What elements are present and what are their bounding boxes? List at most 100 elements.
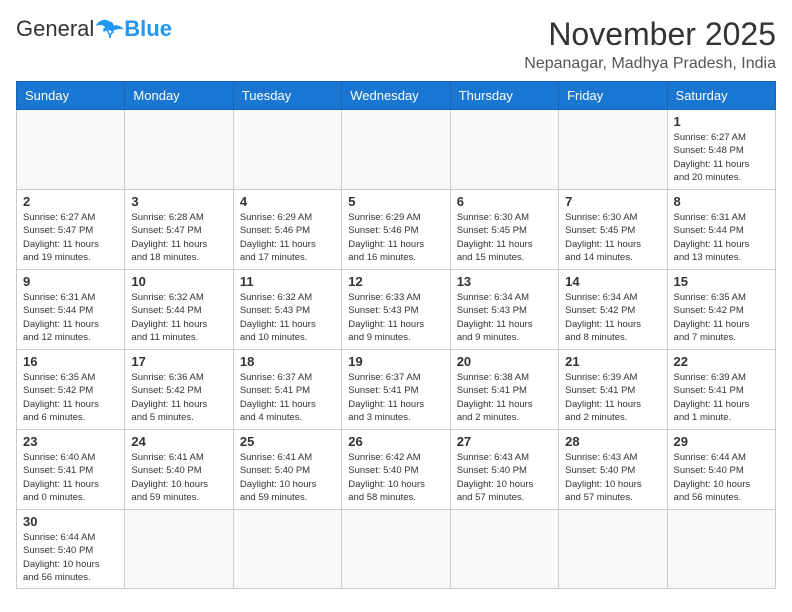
calendar-cell: 29Sunrise: 6:44 AM Sunset: 5:40 PM Dayli… bbox=[667, 430, 775, 510]
calendar-week-row: 16 Sunrise: 6:35 AM Sunset: 5:42 PM Dayli… bbox=[17, 350, 776, 430]
calendar-cell: 26Sunrise: 6:42 AM Sunset: 5:40 PM Dayli… bbox=[342, 430, 450, 510]
day-number: 26 bbox=[348, 434, 443, 449]
day-number: 22 bbox=[674, 354, 769, 369]
calendar-header-monday: Monday bbox=[125, 82, 233, 110]
day-info: Sunrise: 6:29 AM Sunset: 5:46 PM Dayligh… bbox=[348, 211, 443, 264]
day-info: Sunrise: 6:27 AM Sunset: 5:48 PM Dayligh… bbox=[674, 131, 769, 184]
day-info: Sunrise: 6:34 AM Sunset: 5:43 PM Dayligh… bbox=[457, 291, 552, 344]
calendar-week-row: 2Sunrise: 6:27 AM Sunset: 5:47 PM Daylig… bbox=[17, 190, 776, 270]
calendar-cell bbox=[233, 110, 341, 190]
calendar-cell: 23Sunrise: 6:40 AM Sunset: 5:41 PM Dayli… bbox=[17, 430, 125, 510]
calendar-week-row: 30 Sunrise: 6:44 AM Sunset: 5:40 PM Dayli… bbox=[17, 510, 776, 589]
day-number: 14 bbox=[565, 274, 660, 289]
calendar-cell: 27Sunrise: 6:43 AM Sunset: 5:40 PM Dayli… bbox=[450, 430, 558, 510]
calendar-cell: 16 Sunrise: 6:35 AM Sunset: 5:42 PM Dayli… bbox=[17, 350, 125, 430]
day-info: Sunrise: 6:37 AM Sunset: 5:41 PM Dayligh… bbox=[240, 371, 335, 424]
calendar-cell: 7Sunrise: 6:30 AM Sunset: 5:45 PM Daylig… bbox=[559, 190, 667, 270]
day-info: Sunrise: 6:30 AM Sunset: 5:45 PM Dayligh… bbox=[457, 211, 552, 264]
day-info: Sunrise: 6:44 AM Sunset: 5:40 PM Dayligh… bbox=[23, 531, 118, 584]
calendar-cell: 2Sunrise: 6:27 AM Sunset: 5:47 PM Daylig… bbox=[17, 190, 125, 270]
day-info: Sunrise: 6:31 AM Sunset: 5:44 PM Dayligh… bbox=[23, 291, 118, 344]
calendar-cell bbox=[17, 110, 125, 190]
calendar-cell bbox=[559, 110, 667, 190]
day-info: Sunrise: 6:43 AM Sunset: 5:40 PM Dayligh… bbox=[565, 451, 660, 504]
calendar-week-row: 1 Sunrise: 6:27 AM Sunset: 5:48 PM Daylig… bbox=[17, 110, 776, 190]
calendar-cell: 30 Sunrise: 6:44 AM Sunset: 5:40 PM Dayli… bbox=[17, 510, 125, 589]
calendar-cell: 14Sunrise: 6:34 AM Sunset: 5:42 PM Dayli… bbox=[559, 270, 667, 350]
day-number: 28 bbox=[565, 434, 660, 449]
calendar-header-thursday: Thursday bbox=[450, 82, 558, 110]
title-section: November 2025 Nepanagar, Madhya Pradesh,… bbox=[524, 16, 776, 73]
calendar-cell bbox=[125, 510, 233, 589]
day-number: 24 bbox=[131, 434, 226, 449]
calendar-cell: 28 Sunrise: 6:43 AM Sunset: 5:40 PM Dayli… bbox=[559, 430, 667, 510]
calendar-cell: 3 Sunrise: 6:28 AM Sunset: 5:47 PM Daylig… bbox=[125, 190, 233, 270]
calendar-cell bbox=[342, 510, 450, 589]
day-info: Sunrise: 6:38 AM Sunset: 5:41 PM Dayligh… bbox=[457, 371, 552, 424]
day-number: 30 bbox=[23, 514, 118, 529]
day-number: 13 bbox=[457, 274, 552, 289]
day-number: 10 bbox=[131, 274, 226, 289]
day-info: Sunrise: 6:28 AM Sunset: 5:47 PM Dayligh… bbox=[131, 211, 226, 264]
day-number: 25 bbox=[240, 434, 335, 449]
day-info: Sunrise: 6:37 AM Sunset: 5:41 PM Dayligh… bbox=[348, 371, 443, 424]
calendar-header-saturday: Saturday bbox=[667, 82, 775, 110]
day-info: Sunrise: 6:40 AM Sunset: 5:41 PM Dayligh… bbox=[23, 451, 118, 504]
calendar-cell: 9Sunrise: 6:31 AM Sunset: 5:44 PM Daylig… bbox=[17, 270, 125, 350]
month-title: November 2025 bbox=[524, 16, 776, 53]
logo: General Blue bbox=[16, 16, 172, 42]
day-info: Sunrise: 6:29 AM Sunset: 5:46 PM Dayligh… bbox=[240, 211, 335, 264]
day-info: Sunrise: 6:39 AM Sunset: 5:41 PM Dayligh… bbox=[565, 371, 660, 424]
day-info: Sunrise: 6:27 AM Sunset: 5:47 PM Dayligh… bbox=[23, 211, 118, 264]
calendar-header-friday: Friday bbox=[559, 82, 667, 110]
day-number: 3 bbox=[131, 194, 226, 209]
calendar-cell: 1 Sunrise: 6:27 AM Sunset: 5:48 PM Daylig… bbox=[667, 110, 775, 190]
calendar-cell: 19 Sunrise: 6:37 AM Sunset: 5:41 PM Dayli… bbox=[342, 350, 450, 430]
calendar-cell: 24 Sunrise: 6:41 AM Sunset: 5:40 PM Dayli… bbox=[125, 430, 233, 510]
calendar-cell: 25Sunrise: 6:41 AM Sunset: 5:40 PM Dayli… bbox=[233, 430, 341, 510]
calendar-cell: 20Sunrise: 6:38 AM Sunset: 5:41 PM Dayli… bbox=[450, 350, 558, 430]
day-info: Sunrise: 6:31 AM Sunset: 5:44 PM Dayligh… bbox=[674, 211, 769, 264]
logo-general-text: General bbox=[16, 16, 94, 42]
location-title: Nepanagar, Madhya Pradesh, India bbox=[524, 55, 776, 73]
calendar-cell bbox=[342, 110, 450, 190]
day-info: Sunrise: 6:35 AM Sunset: 5:42 PM Dayligh… bbox=[674, 291, 769, 344]
calendar-cell: 8Sunrise: 6:31 AM Sunset: 5:44 PM Daylig… bbox=[667, 190, 775, 270]
day-number: 29 bbox=[674, 434, 769, 449]
calendar-cell: 10 Sunrise: 6:32 AM Sunset: 5:44 PM Dayli… bbox=[125, 270, 233, 350]
calendar-cell: 5 Sunrise: 6:29 AM Sunset: 5:46 PM Daylig… bbox=[342, 190, 450, 270]
calendar-cell: 13 Sunrise: 6:34 AM Sunset: 5:43 PM Dayli… bbox=[450, 270, 558, 350]
day-info: Sunrise: 6:32 AM Sunset: 5:44 PM Dayligh… bbox=[131, 291, 226, 344]
day-number: 11 bbox=[240, 274, 335, 289]
day-number: 27 bbox=[457, 434, 552, 449]
header: General Blue November 2025 Nepanagar, Ma… bbox=[16, 16, 776, 73]
day-number: 12 bbox=[348, 274, 443, 289]
calendar-week-row: 9Sunrise: 6:31 AM Sunset: 5:44 PM Daylig… bbox=[17, 270, 776, 350]
day-info: Sunrise: 6:30 AM Sunset: 5:45 PM Dayligh… bbox=[565, 211, 660, 264]
calendar-cell bbox=[667, 510, 775, 589]
day-info: Sunrise: 6:35 AM Sunset: 5:42 PM Dayligh… bbox=[23, 371, 118, 424]
day-number: 21 bbox=[565, 354, 660, 369]
day-number: 16 bbox=[23, 354, 118, 369]
calendar-table: SundayMondayTuesdayWednesdayThursdayFrid… bbox=[16, 81, 776, 589]
calendar-cell: 6Sunrise: 6:30 AM Sunset: 5:45 PM Daylig… bbox=[450, 190, 558, 270]
day-number: 5 bbox=[348, 194, 443, 209]
logo-bird-icon bbox=[96, 18, 124, 40]
calendar-cell bbox=[233, 510, 341, 589]
day-info: Sunrise: 6:33 AM Sunset: 5:43 PM Dayligh… bbox=[348, 291, 443, 344]
calendar-cell bbox=[559, 510, 667, 589]
logo-blue-text: Blue bbox=[124, 16, 172, 42]
calendar-cell: 17Sunrise: 6:36 AM Sunset: 5:42 PM Dayli… bbox=[125, 350, 233, 430]
calendar-cell: 11Sunrise: 6:32 AM Sunset: 5:43 PM Dayli… bbox=[233, 270, 341, 350]
day-info: Sunrise: 6:39 AM Sunset: 5:41 PM Dayligh… bbox=[674, 371, 769, 424]
day-number: 19 bbox=[348, 354, 443, 369]
day-number: 18 bbox=[240, 354, 335, 369]
day-number: 17 bbox=[131, 354, 226, 369]
calendar-header-wednesday: Wednesday bbox=[342, 82, 450, 110]
calendar-cell: 18 Sunrise: 6:37 AM Sunset: 5:41 PM Dayli… bbox=[233, 350, 341, 430]
calendar-cell bbox=[450, 110, 558, 190]
day-info: Sunrise: 6:41 AM Sunset: 5:40 PM Dayligh… bbox=[131, 451, 226, 504]
day-number: 1 bbox=[674, 114, 769, 129]
calendar-header-row: SundayMondayTuesdayWednesdayThursdayFrid… bbox=[17, 82, 776, 110]
calendar-cell: 12 Sunrise: 6:33 AM Sunset: 5:43 PM Dayli… bbox=[342, 270, 450, 350]
